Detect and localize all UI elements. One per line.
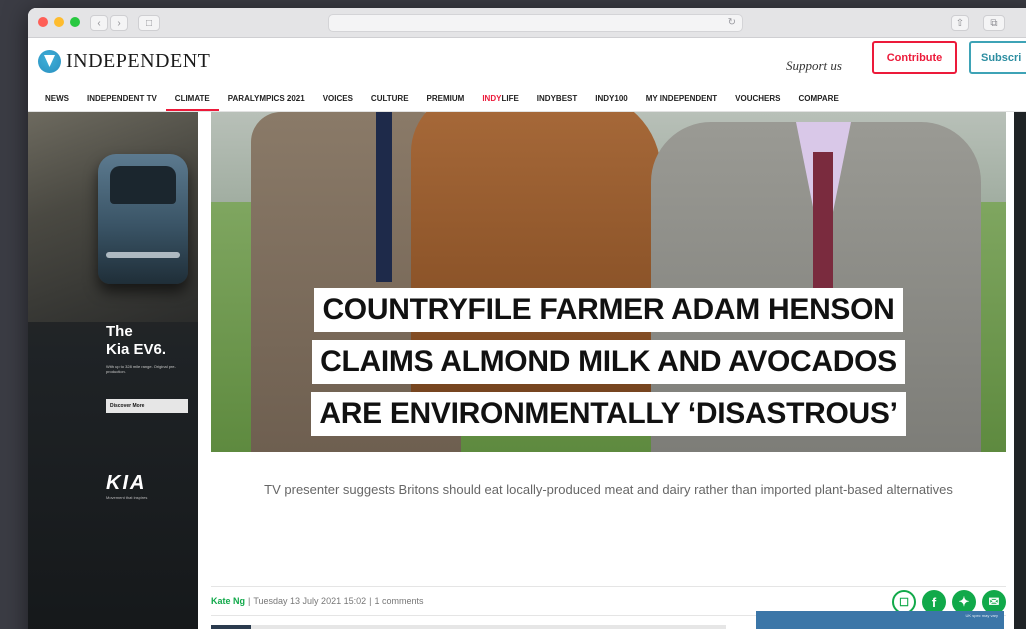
site-logo[interactable]: INDEPENDENT	[38, 50, 210, 73]
browser-window: ‹ › □ ↻ ⇧ ⧉ INDEPENDENT Support us Contr…	[28, 8, 1026, 629]
ad-title-line2: Kia EV6.	[106, 341, 167, 358]
nav-indy-text: INDY	[482, 94, 502, 103]
share-icon[interactable]: ⇧	[951, 15, 969, 31]
nav-life-text: LIFE	[501, 94, 519, 103]
logo-text: INDEPENDENT	[66, 50, 211, 72]
window-controls	[38, 17, 80, 27]
sidebar-advert[interactable]: UK spec may vary	[756, 611, 1004, 629]
article-headline: COUNTRYFILE FARMER ADAM HENSON CLAIMS AL…	[211, 288, 1006, 436]
contribute-button[interactable]: Contribute	[872, 41, 957, 74]
address-bar[interactable]: ↻	[328, 14, 743, 32]
nav-item-indybest[interactable]: INDYBEST	[528, 86, 586, 111]
site-header: INDEPENDENT Support us Contribute Subscr…	[28, 38, 1026, 86]
forward-button[interactable]: ›	[110, 15, 128, 31]
ad-title: The Kia EV6.	[106, 323, 166, 359]
sidebar-advert-fine: UK spec may vary	[965, 613, 998, 618]
kia-logo: KIA	[106, 472, 147, 494]
ad-fine-print: With up to 328 mile range. Original pre-…	[106, 364, 176, 374]
minimize-window-button[interactable]	[54, 17, 64, 27]
nav-item-independent-tv[interactable]: INDEPENDENT TV	[78, 86, 166, 111]
separator: |	[248, 596, 251, 606]
nav-item-paralympics[interactable]: PARALYMPICS 2021	[219, 86, 314, 111]
eagle-logo-icon	[38, 50, 61, 73]
main-navigation: NEWS INDEPENDENT TV CLIMATE PARALYMPICS …	[28, 86, 1026, 112]
ad-title-line1: The	[106, 323, 133, 340]
car-image	[98, 154, 188, 284]
ad-tagline: Movement that inspires	[106, 495, 148, 500]
hero-image: COUNTRYFILE FARMER ADAM HENSON CLAIMS AL…	[211, 112, 1006, 452]
tie-right	[813, 152, 833, 292]
nav-item-climate[interactable]: CLIMATE	[165, 86, 219, 111]
close-window-button[interactable]	[38, 17, 48, 27]
nav-item-voices[interactable]: VOICES	[314, 86, 362, 111]
nav-item-my-independent[interactable]: MY INDEPENDENT	[637, 86, 726, 111]
headline-line: CLAIMS ALMOND MILK AND AVOCADOS	[312, 340, 905, 384]
subscribe-button[interactable]: Subscri	[969, 41, 1026, 74]
author-link[interactable]: Kate Ng	[211, 596, 245, 606]
article-toolbar	[211, 625, 726, 629]
browser-toolbar: ‹ › □ ↻ ⇧ ⧉	[28, 8, 1026, 38]
nav-item-vouchers[interactable]: VOUCHERS	[726, 86, 789, 111]
headline-line: COUNTRYFILE FARMER ADAM HENSON	[314, 288, 903, 332]
comments-link[interactable]: 1 comments	[374, 596, 423, 606]
headline-line: ARE ENVIRONMENTALLY ‘DISASTROUS’	[311, 392, 906, 436]
nav-item-indylife[interactable]: INDY LIFE	[473, 86, 527, 111]
nav-item-culture[interactable]: CULTURE	[362, 86, 418, 111]
nav-item-premium[interactable]: PREMIUM	[418, 86, 474, 111]
tie-left	[376, 112, 392, 282]
byline: Kate Ng | Tuesday 13 July 2021 15:02 | 1…	[211, 596, 423, 606]
support-us-link[interactable]: Support us	[786, 58, 842, 74]
tabs-overview-icon[interactable]: ⧉	[983, 15, 1005, 31]
zoom-window-button[interactable]	[70, 17, 80, 27]
right-advert-edge	[1014, 112, 1026, 629]
ad-discover-button[interactable]: Discover More	[106, 399, 188, 413]
sidebar-toggle-button[interactable]: □	[138, 15, 160, 31]
back-button[interactable]: ‹	[90, 15, 108, 31]
publish-date: Tuesday 13 July 2021 15:02	[253, 596, 367, 606]
article-standfirst: TV presenter suggests Britons should eat…	[264, 482, 953, 497]
nav-item-compare[interactable]: COMPARE	[789, 86, 847, 111]
nav-item-news[interactable]: NEWS	[36, 86, 78, 111]
below-fold-content: UK spec may vary	[211, 611, 1006, 629]
separator: |	[369, 596, 372, 606]
nav-item-indy100[interactable]: INDY100	[586, 86, 636, 111]
kia-advert[interactable]: The Kia EV6. With up to 328 mile range. …	[28, 112, 198, 629]
reload-icon[interactable]: ↻	[728, 17, 736, 28]
